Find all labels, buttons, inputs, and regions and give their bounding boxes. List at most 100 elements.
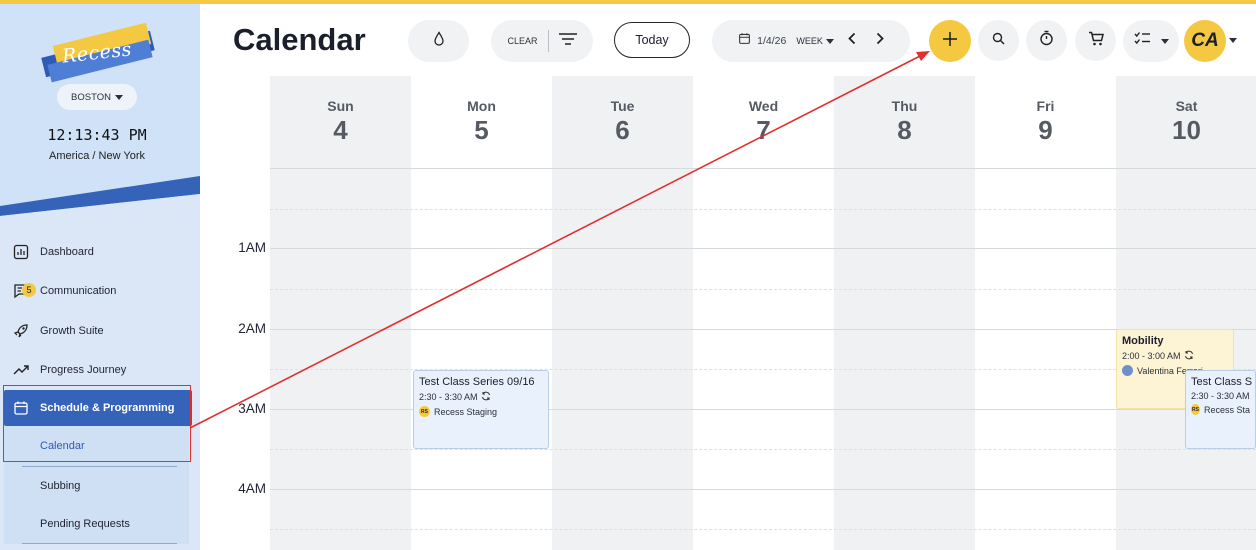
recurring-icon [1184,350,1194,362]
location-label: BOSTON [71,91,111,103]
caret-down-icon [1160,38,1169,44]
instructor-name: Recess Staging [434,406,498,417]
day-header: Fri 9 [975,98,1116,146]
droplet-icon [432,30,446,52]
chevron-left-icon[interactable] [848,32,856,50]
today-button[interactable]: Today [614,22,690,58]
event-title: Mobility [1122,335,1164,347]
sub-nav: Calendar Subbing Pending Requests [4,426,189,544]
unread-badge: 5 [22,283,36,298]
day-name: Sat [1175,98,1198,114]
header: Calendar CLEAR Today 1/4/26 WEEK CA [200,4,1256,76]
nav-item-schedule-programming[interactable]: Schedule & Programming [4,390,192,426]
day-name: Tue [610,98,635,114]
view-selector[interactable]: WEEK [796,36,823,46]
hour-line [270,489,1256,490]
color-filter-button[interactable] [408,20,469,62]
nav-item-growth-suite[interactable]: Growth Suite [0,311,200,351]
instructor-avatar [1122,365,1133,376]
nav-label: Dashboard [40,245,94,258]
event-time-text: 2:00 - 3:00 AM [1122,351,1181,361]
instructor-avatar: RS [1191,404,1200,415]
main-nav: Dashboard 5 Communication Growth Suite P… [0,232,200,544]
timer-button[interactable] [1026,20,1067,61]
half-hour-line [270,449,1256,450]
divider [22,543,177,544]
caret-down-icon[interactable] [1229,38,1237,43]
event-title: Test Class Series 09/16 [419,376,535,388]
event-time-text: 2:30 - 3:30 AM [419,392,478,402]
hour-label: 1AM [238,240,266,255]
half-hour-line [270,209,1256,210]
date-picker[interactable]: 1/4/26 [757,35,786,47]
search-button[interactable] [978,20,1019,61]
recurring-icon [481,391,491,403]
location-selector[interactable]: BOSTON [57,84,137,110]
day-name: Fri [1036,98,1055,114]
sub-nav-calendar[interactable]: Calendar [4,426,189,466]
day-column-sun[interactable]: Sun 4 [270,76,411,550]
sub-nav-subbing[interactable]: Subbing [4,467,189,505]
calendar-event[interactable]: Test Class Series 09/16 2:30 - 3:30 AM R… [413,370,549,449]
date-navigator: 1/4/26 WEEK [712,20,910,62]
timezone: America / New York [49,150,145,162]
message-icon: 5 [12,282,36,300]
bar-chart-icon [12,243,30,261]
tasks-menu-button[interactable] [1123,20,1179,62]
day-header: Thu 8 [834,98,975,146]
day-number: 4 [333,115,348,145]
day-number: 8 [897,115,912,145]
cart-button[interactable] [1075,20,1116,61]
day-column-tue[interactable]: Tue 6 [552,76,693,550]
cart-icon [1088,31,1104,51]
caret-down-icon [114,94,123,100]
day-header: Sat 10 [1116,98,1256,146]
clock: 12:13:43 PM [47,126,147,144]
nav-label: Growth Suite [40,324,104,337]
brand-swoosh [0,176,200,216]
nav-label: Communication [40,285,117,298]
hour-label: 2AM [238,321,266,336]
calendar-event[interactable]: Test Class S 2:30 - 3:30 AM RS Recess St… [1185,370,1256,449]
day-column-mon[interactable]: Mon 5 [411,76,552,550]
filter-icon[interactable] [558,32,577,51]
half-hour-line [270,289,1256,290]
day-header: Mon 5 [411,98,552,146]
nav-item-communication[interactable]: 5 Communication [0,272,200,312]
event-time: 2:30 - 3:30 AM [419,391,543,403]
day-name: Sun [327,98,354,114]
day-number: 5 [474,115,489,145]
divider [547,30,549,52]
half-hour-line [270,529,1256,530]
page-title: Calendar [233,22,366,57]
day-column-wed[interactable]: Wed 7 [693,76,834,550]
clear-filters-button[interactable]: CLEAR [507,36,537,46]
add-button[interactable] [929,20,971,62]
recess-logo[interactable]: Recess [40,22,158,86]
day-name: Mon [467,98,496,114]
hour-line [270,248,1256,249]
nav-item-dashboard[interactable]: Dashboard [0,232,200,272]
caret-down-icon [825,38,834,44]
calendar-icon [12,399,30,417]
day-column-fri[interactable]: Fri 9 [975,76,1116,550]
event-time: 2:30 - 3:30 AM [1191,391,1250,401]
nav-label: Schedule & Programming [40,402,175,414]
hour-line [270,329,1256,330]
day-header: Wed 7 [693,98,834,146]
day-number: 7 [756,115,771,145]
instructor-name: Recess Sta [1203,404,1250,415]
day-column-thu[interactable]: Thu 8 [834,76,975,550]
day-number: 10 [1172,115,1201,145]
day-column-sat[interactable]: Sat 10 [1116,76,1256,550]
day-header: Tue 6 [552,98,693,146]
checklist-icon [1133,31,1151,51]
day-header: Sun 4 [270,98,411,146]
user-avatar[interactable]: CA [1184,20,1226,62]
event-time-text: 2:30 - 3:30 AM [1191,391,1250,401]
chevron-right-icon[interactable] [876,32,884,50]
day-number: 9 [1038,115,1053,145]
sub-nav-pending-requests[interactable]: Pending Requests [4,505,189,543]
nav-item-progress-journey[interactable]: Progress Journey [0,351,200,391]
calendar-icon[interactable] [738,32,751,50]
